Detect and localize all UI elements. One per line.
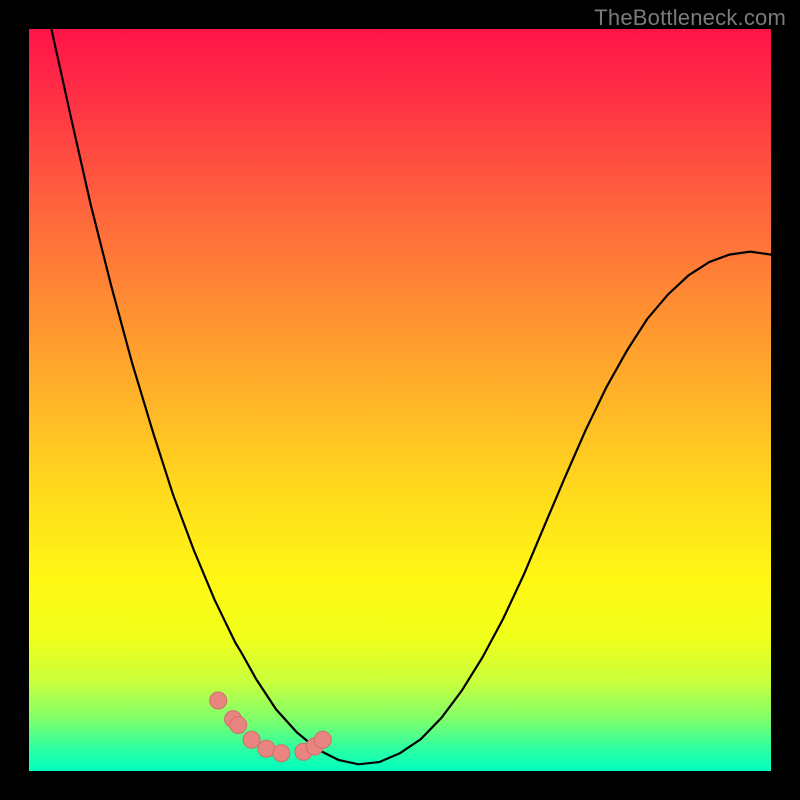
bottleneck-curve [29,0,771,764]
marker-point [230,717,247,734]
marker-point [314,731,331,748]
chart-svg [29,29,771,771]
marker-point [273,745,290,762]
outer-frame: TheBottleneck.com [0,0,800,800]
marker-point [258,740,275,757]
marker-point [243,731,260,748]
marker-point [210,692,227,709]
watermark-text: TheBottleneck.com [594,5,786,31]
